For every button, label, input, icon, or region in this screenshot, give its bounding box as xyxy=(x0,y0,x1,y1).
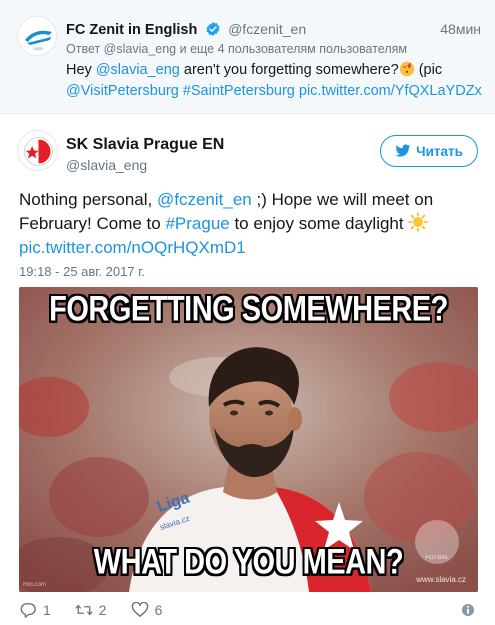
meme-bottom-caption: WHAT DO YOU MEAN? xyxy=(93,543,404,583)
media-link[interactable]: pic.twitter.com/YfQXLaYDZx xyxy=(299,83,482,99)
tweet-actions: 1 2 6 xyxy=(19,600,478,620)
retweet-button[interactable]: 2 xyxy=(75,602,107,618)
like-button[interactable]: 6 xyxy=(131,602,163,618)
kiss-emoji-icon xyxy=(399,61,414,77)
like-count: 6 xyxy=(154,602,163,618)
parent-author-handle[interactable]: @fczenit_en xyxy=(228,21,306,37)
main-text-part: Nothing personal, xyxy=(19,190,157,209)
slavia-crest-icon xyxy=(18,131,57,170)
main-tweet-text: Nothing personal, @fczenit_en ;) Hope we… xyxy=(19,188,484,260)
parent-text-part: Hey xyxy=(66,62,96,78)
image-corner-mark: r6lo.com xyxy=(23,582,47,588)
hashtag-link[interactable]: #Prague xyxy=(165,214,229,233)
parent-tweet[interactable]: 1925 FC Zenit in English @fczenit_en 48м… xyxy=(0,0,495,114)
parent-author-name[interactable]: FC Zenit in English xyxy=(66,22,197,38)
main-author-name[interactable]: SK Slavia Prague EN xyxy=(66,136,224,154)
parent-tweet-text: Hey @slavia_eng aren't you forgetting so… xyxy=(66,60,486,102)
media-link[interactable]: pic.twitter.com/nOQrHQXmD1 xyxy=(19,238,246,257)
reply-context[interactable]: Ответ @slavia_eng и еще 4 пользователям … xyxy=(66,42,407,56)
sun-emoji-icon xyxy=(408,212,429,232)
main-text-part: to enjoy some daylight xyxy=(229,214,409,233)
image-watermark: www.slavia.cz xyxy=(416,575,466,584)
heart-icon xyxy=(131,602,148,617)
follow-button[interactable]: Читать xyxy=(380,135,478,167)
parent-tweet-header: FC Zenit in English @fczenit_en 48мин xyxy=(66,20,481,40)
reply-button[interactable]: 1 xyxy=(19,602,51,618)
mention-link[interactable]: @slavia_eng xyxy=(96,62,180,78)
more-vertical-icon[interactable] xyxy=(462,602,474,618)
hashtag-link[interactable]: #SaintPetersburg xyxy=(183,83,295,99)
follow-label: Читать xyxy=(416,143,463,159)
parent-tweet-time[interactable]: 48мин xyxy=(440,20,481,38)
tweet-media-image[interactable]: FOTBAL Liga slavia.cz FORGETTING SOMEWHE… xyxy=(19,287,478,592)
meme-top-caption: FORGETTING SOMEWHERE? xyxy=(49,290,448,330)
reply-count: 1 xyxy=(43,602,51,618)
zenit-avatar[interactable]: 1925 xyxy=(17,16,57,56)
twitter-bird-icon xyxy=(395,144,411,157)
tweet-timestamp[interactable]: 19:18 - 25 авг. 2017 г. xyxy=(19,264,145,279)
mention-link[interactable]: @fczenit_en xyxy=(157,190,252,209)
zenit-logo-icon: 1925 xyxy=(18,17,56,55)
retweet-count: 2 xyxy=(98,602,107,618)
reply-icon xyxy=(20,603,36,618)
verified-badge-icon xyxy=(206,22,220,36)
parent-text-part: (pic xyxy=(414,62,443,78)
main-author-handle[interactable]: @slavia_eng xyxy=(66,157,147,173)
parent-text-part: aren't you forgetting somewhere? xyxy=(179,62,399,78)
retweet-icon xyxy=(75,604,93,616)
slavia-avatar[interactable] xyxy=(17,130,58,171)
mention-link[interactable]: @VisitPetersburg xyxy=(66,83,179,99)
svg-text:1925: 1925 xyxy=(34,46,44,51)
